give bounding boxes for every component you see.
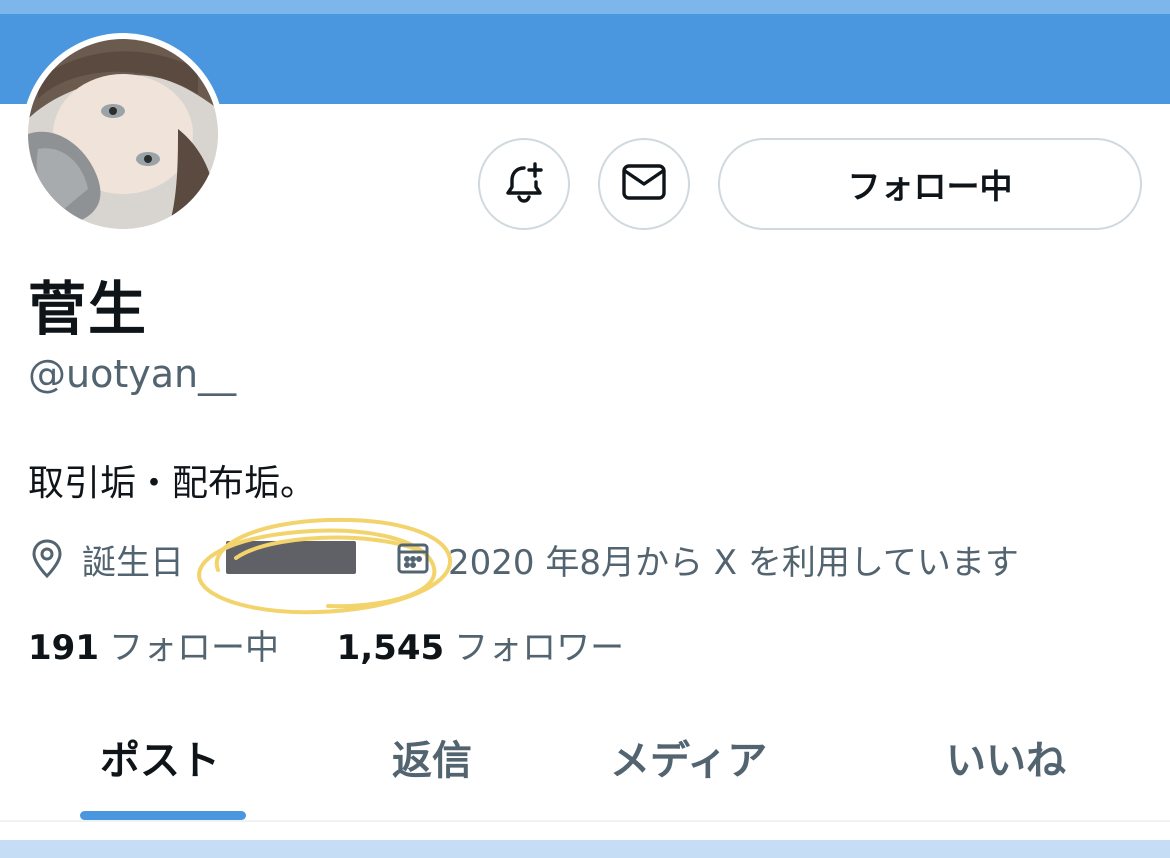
following-label: フォロー中 bbox=[108, 628, 279, 668]
birthday-label: 誕生日 bbox=[82, 543, 184, 583]
tab-likes[interactable]: いいね bbox=[946, 728, 1066, 786]
following-count: 191 bbox=[28, 628, 99, 668]
display-name: 菅生 bbox=[28, 275, 149, 343]
calendar-icon bbox=[396, 540, 430, 580]
tabs-divider bbox=[0, 820, 1170, 822]
notification-bell-button[interactable] bbox=[478, 138, 570, 230]
profile-tabs: ポスト 返信 メディア いいね bbox=[0, 710, 1170, 820]
bio: 取引垢・配布垢。 bbox=[28, 463, 317, 504]
profile-meta-row: 誕生日 2020 年8月から X を利用しています bbox=[30, 517, 1150, 615]
followers-link[interactable]: 1,545 フォロワー bbox=[337, 628, 625, 668]
banner-top-strip bbox=[0, 0, 1170, 14]
follow-stats: 191 フォロー中 1,545 フォロワー bbox=[28, 620, 624, 669]
bottom-strip bbox=[0, 840, 1170, 858]
mail-icon bbox=[621, 162, 667, 206]
avatar[interactable] bbox=[28, 39, 218, 229]
bell-plus-icon bbox=[502, 160, 546, 208]
tab-posts[interactable]: ポスト bbox=[100, 728, 220, 786]
joined-date: 2020 年8月から X を利用しています bbox=[448, 543, 1019, 583]
tab-media[interactable]: メディア bbox=[610, 728, 767, 786]
following-link[interactable]: 191 フォロー中 bbox=[28, 628, 290, 668]
following-button[interactable]: フォロー中 bbox=[718, 138, 1142, 230]
tab-replies[interactable]: 返信 bbox=[392, 728, 472, 786]
active-tab-indicator bbox=[80, 811, 246, 820]
followers-count: 1,545 bbox=[336, 628, 445, 668]
handle: @uotyan__ bbox=[28, 352, 237, 396]
followers-label: フォロワー bbox=[454, 628, 625, 668]
location-pin-icon bbox=[30, 538, 64, 584]
message-button[interactable] bbox=[598, 138, 690, 230]
